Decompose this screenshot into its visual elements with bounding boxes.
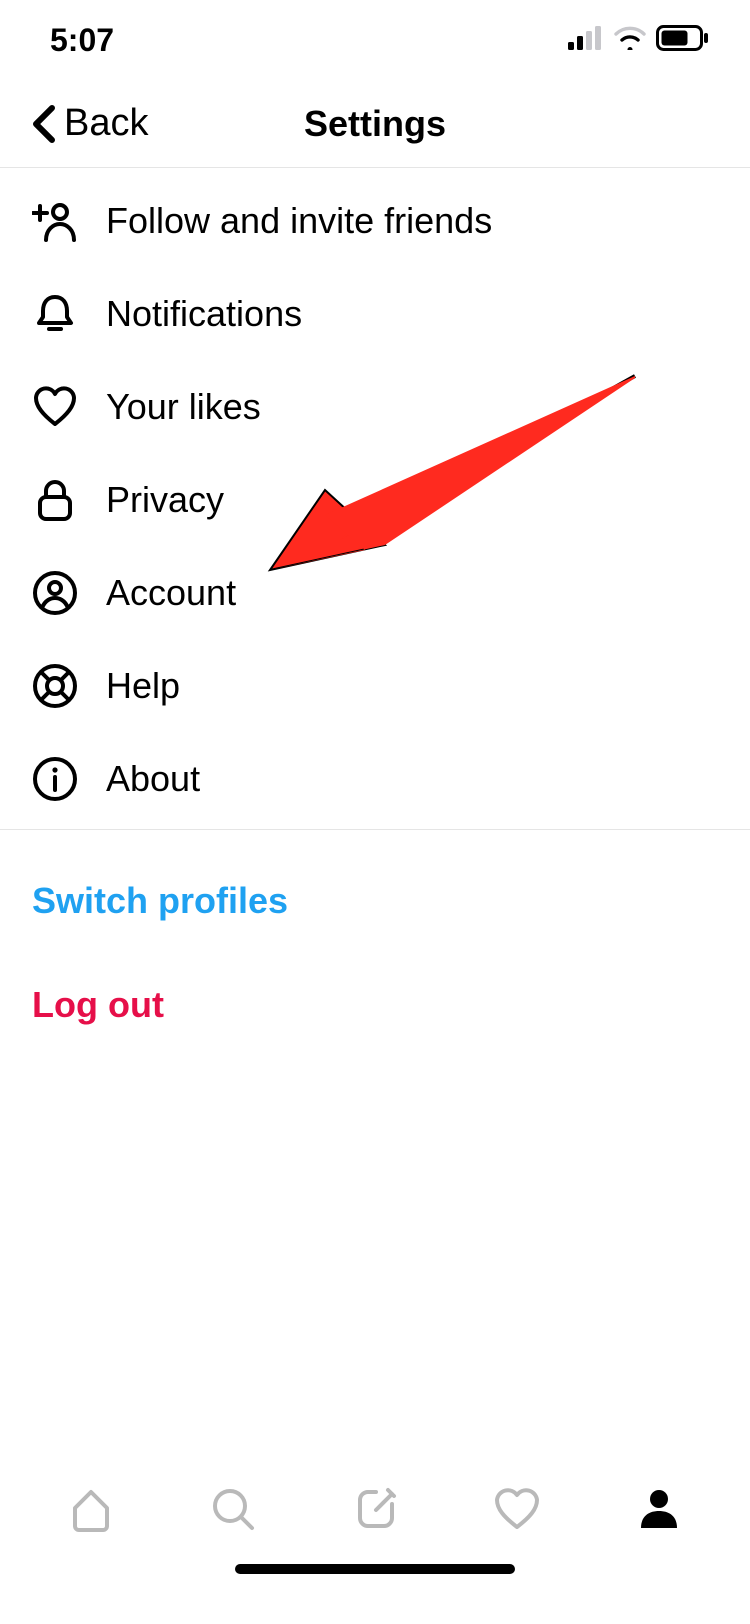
menu-item-help[interactable]: Help [0,639,750,732]
tab-profile[interactable] [624,1474,694,1544]
battery-icon [656,25,710,56]
lock-icon [32,477,78,523]
heart-outline-icon [492,1484,542,1534]
tab-create[interactable] [340,1474,410,1544]
menu-item-privacy[interactable]: Privacy [0,453,750,546]
home-icon [66,1484,116,1534]
tab-activity[interactable] [482,1474,552,1544]
log-out-link[interactable]: Log out [0,962,750,1048]
tab-bar [0,1454,750,1624]
menu-label: Follow and invite friends [106,200,492,242]
menu-label: Notifications [106,293,302,335]
menu-label: Help [106,665,180,707]
tab-home[interactable] [56,1474,126,1544]
info-icon [32,756,78,802]
create-post-icon [350,1484,400,1534]
menu-item-account[interactable]: Account [0,546,750,639]
page-title: Settings [304,103,446,145]
lifebuoy-icon [32,663,78,709]
back-button[interactable]: Back [0,102,148,145]
menu-label: Privacy [106,479,224,521]
status-indicators [568,25,710,56]
account-actions: Switch profiles Log out [0,830,750,1048]
cellular-icon [568,26,604,55]
profile-icon [634,1484,684,1534]
status-bar: 5:07 [0,0,750,80]
status-time: 5:07 [50,22,114,59]
menu-label: About [106,758,200,800]
tab-search[interactable] [198,1474,268,1544]
chevron-left-icon [30,104,58,144]
bell-icon [32,291,78,337]
nav-header: Back Settings [0,80,750,168]
wifi-icon [614,26,646,55]
menu-item-your-likes[interactable]: Your likes [0,360,750,453]
switch-profiles-link[interactable]: Switch profiles [0,858,750,944]
menu-item-about[interactable]: About [0,732,750,825]
person-add-icon [32,198,78,244]
home-indicator [235,1564,515,1574]
menu-label: Account [106,572,236,614]
account-circle-icon [32,570,78,616]
search-icon [208,1484,258,1534]
menu-label: Your likes [106,386,261,428]
heart-icon [32,384,78,430]
menu-item-notifications[interactable]: Notifications [0,267,750,360]
back-label: Back [64,102,148,145]
settings-menu: Follow and invite friends Notifications … [0,168,750,830]
menu-item-follow-invite[interactable]: Follow and invite friends [0,174,750,267]
